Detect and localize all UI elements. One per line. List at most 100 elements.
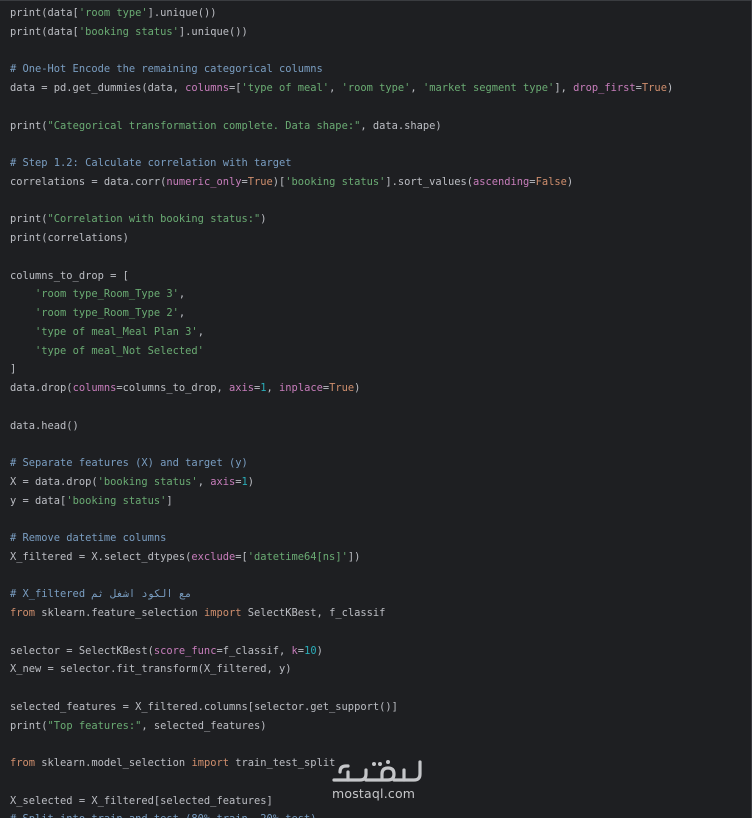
editor-top-border — [0, 0, 752, 1]
code-line[interactable]: columns_to_drop = [ — [10, 267, 673, 286]
code-token: , — [178, 288, 186, 301]
code-token: columns — [72, 382, 117, 394]
code-line[interactable]: 'room type_Room_Type 2', — [10, 304, 673, 323]
code-token: ] — [166, 494, 173, 507]
code-token: SelectKBest, f_classif — [241, 607, 386, 619]
code-line[interactable] — [10, 42, 673, 61]
code-line[interactable]: correlations = data.corr(numeric_only=Tr… — [10, 173, 673, 192]
code-token: data.head() — [10, 419, 79, 432]
code-line[interactable]: print("Categorical transformation comple… — [10, 117, 673, 136]
code-token: 'room type_Room_Type 3' — [35, 288, 179, 301]
code-line[interactable]: print(data['room type'].unique()) — [10, 4, 673, 23]
code-line[interactable] — [10, 735, 673, 754]
code-line[interactable] — [10, 135, 673, 154]
code-token: "Categorical transformation complete. Da… — [47, 119, 361, 132]
code-line[interactable]: data.head() — [10, 417, 673, 436]
code-token: 'room type' — [341, 82, 411, 94]
code-token: sklearn.model_selection — [35, 757, 192, 769]
code-line[interactable] — [10, 435, 673, 454]
code-token: X_new = selector.fit_transform(X_filtere… — [10, 663, 292, 676]
code-token: ) — [354, 382, 361, 394]
code-token: data.drop( — [10, 382, 73, 394]
code-line[interactable]: print("Top features:", selected_features… — [10, 717, 673, 736]
code-token: # Separate features (X) and target (y) — [10, 457, 248, 469]
code-token: )[ — [272, 175, 286, 188]
code-token: X = data.drop( — [10, 475, 98, 488]
code-line[interactable]: 'room type_Room_Type 3', — [10, 285, 673, 304]
mostaql-watermark: mostaql.com — [330, 758, 426, 804]
code-token: # One-Hot Encode the remaining categoric… — [10, 63, 323, 76]
code-line[interactable]: # Split into train and test (80% train, … — [10, 810, 673, 818]
code-token: , selected_features) — [141, 719, 267, 732]
code-line[interactable] — [10, 398, 673, 417]
code-token: 'room type' — [78, 7, 148, 19]
code-line[interactable]: # X_filtered مع الكود اشغل ثم — [10, 585, 673, 604]
code-token: , — [197, 325, 204, 338]
code-token: from — [10, 757, 36, 769]
code-token: exclude — [191, 550, 236, 563]
code-line[interactable]: ] — [10, 360, 673, 379]
code-line[interactable] — [10, 510, 673, 529]
code-line[interactable]: # Separate features (X) and target (y) — [10, 454, 673, 473]
code-line[interactable]: X_filtered = X.select_dtypes(exclude=['d… — [10, 548, 673, 567]
code-token: 'booking status' — [78, 25, 179, 38]
code-token: drop_first — [573, 82, 636, 94]
code-line[interactable] — [10, 679, 673, 698]
code-line[interactable]: 'type of meal_Not Selected' — [10, 342, 673, 361]
watermark-url: mostaql.com — [332, 786, 416, 801]
code-token: score_func — [153, 644, 217, 657]
code-token: , — [197, 475, 211, 488]
code-token: , — [266, 382, 280, 394]
code-token: train_test_split — [228, 757, 336, 769]
code-token: 'booking status' — [97, 475, 198, 488]
code-line[interactable] — [10, 248, 673, 267]
code-line[interactable] — [10, 567, 673, 586]
code-token: inplace — [279, 382, 323, 394]
code-token: axis — [228, 382, 254, 394]
code-line[interactable]: selector = SelectKBest(score_func=f_clas… — [10, 642, 673, 661]
code-token: selected_features = X_filtered.columns[s… — [10, 700, 398, 713]
code-token: # X_filtered مع الكود اشغل ثم — [10, 588, 192, 601]
code-token: , — [178, 307, 186, 319]
code-token: 'datetime64[ns]' — [247, 550, 348, 563]
code-token: selector = SelectKBest( — [10, 644, 154, 657]
code-token: =columns_to_drop, — [116, 382, 229, 394]
code-token: , — [410, 82, 423, 94]
code-line[interactable]: print("Correlation with booking status:"… — [10, 210, 673, 229]
code-token: numeric_only — [166, 175, 242, 188]
code-token: axis — [210, 475, 236, 488]
code-line[interactable]: # One-Hot Encode the remaining categoric… — [10, 60, 673, 79]
code-line[interactable] — [10, 98, 673, 117]
code-token: X_filtered = X.select_dtypes( — [10, 550, 192, 563]
code-line[interactable] — [10, 623, 673, 642]
code-line[interactable]: selected_features = X_filtered.columns[s… — [10, 698, 673, 717]
code-line[interactable] — [10, 192, 673, 211]
code-token: ], — [554, 82, 574, 94]
code-line[interactable]: # Remove datetime columns — [10, 529, 673, 548]
code-token: print( — [10, 213, 48, 226]
code-token: =f_classif, — [216, 644, 292, 657]
code-token: ) — [566, 175, 574, 188]
code-token: X_selected = X_filtered[selected_feature… — [10, 794, 273, 807]
code-line[interactable]: X_new = selector.fit_transform(X_filtere… — [10, 660, 673, 679]
code-line[interactable]: y = data['booking status'] — [10, 492, 673, 511]
code-line[interactable]: # Step 1.2: Calculate correlation with t… — [10, 154, 673, 173]
code-editor[interactable]: print(data['room type'].unique()) print(d… — [0, 0, 752, 818]
code-line[interactable]: 'type of meal_Meal Plan 3', — [10, 323, 673, 342]
code-line[interactable]: data = pd.get_dummies(data, columns=['ty… — [10, 79, 673, 98]
code-line[interactable]: print(data['booking status'].unique()) — [10, 23, 673, 42]
code-content[interactable]: print(data['room type'].unique()) print(d… — [10, 4, 673, 818]
code-token: import — [191, 757, 229, 769]
code-token: print(correlations) — [10, 232, 129, 244]
code-token: import — [203, 607, 242, 619]
code-line[interactable]: from sklearn.feature_selection import Se… — [10, 604, 673, 623]
code-token: 'booking status' — [66, 494, 167, 507]
code-line[interactable]: print(correlations) — [10, 229, 673, 248]
code-token: print(data[ — [10, 7, 79, 19]
code-line[interactable]: data.drop(columns=columns_to_drop, axis=… — [10, 379, 673, 398]
code-line[interactable]: X = data.drop('booking status', axis=1) — [10, 473, 673, 492]
code-token: True — [247, 175, 273, 188]
